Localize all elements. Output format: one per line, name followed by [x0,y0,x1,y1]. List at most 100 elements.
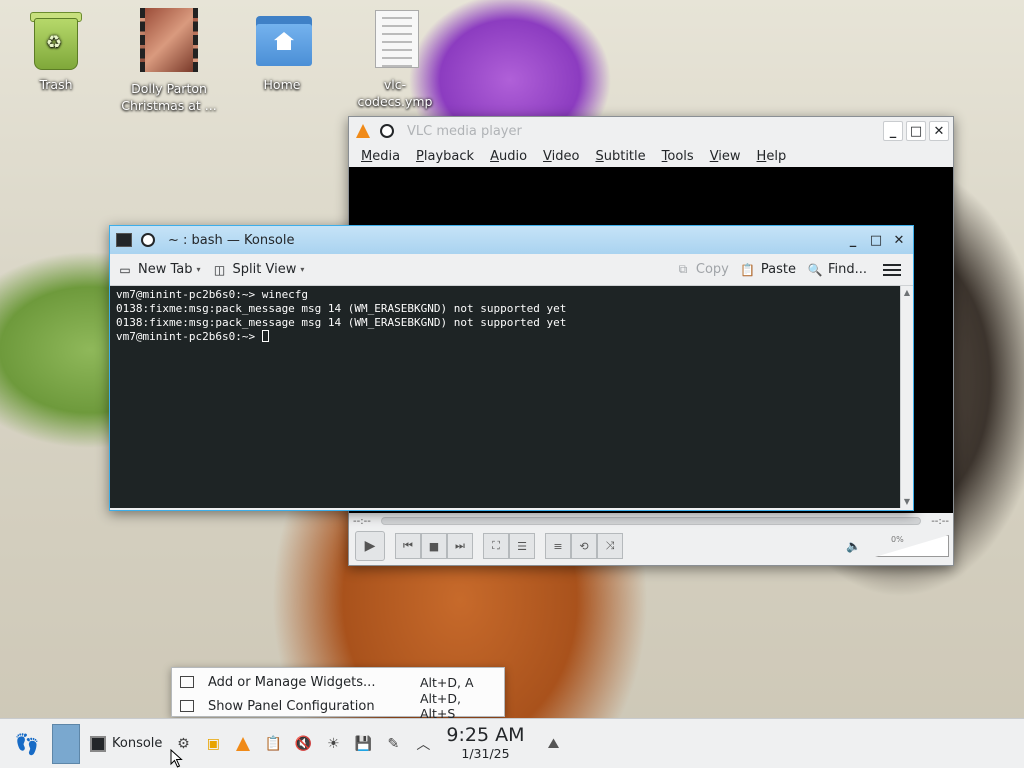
previous-button[interactable]: ⏮ [395,533,421,559]
volume-percent: 0% [891,535,904,544]
volume-slider[interactable]: 0% [875,535,949,557]
chevron-up-icon[interactable]: ︿ [412,733,434,755]
konsole-minimize-button[interactable]: _ [843,230,863,250]
desktop-icon-label: Trash [39,77,73,92]
fullscreen-button[interactable]: ⛶ [483,533,509,559]
pin-icon[interactable] [377,121,397,141]
vlc-menubar: Media Playback Audio Video Subtitle Tool… [349,145,953,167]
konsole-close-button[interactable]: ✕ [889,230,909,250]
menu-subtitle[interactable]: Subtitle [587,149,653,164]
menu-help[interactable]: Help [749,149,795,164]
copy-button[interactable]: ⧉ Copy [674,262,729,278]
clock-date: 1/31/25 [461,746,510,762]
panel-config-icon [180,700,194,712]
clipboard-icon[interactable]: 📋 [262,733,284,755]
new-tab-icon: ▭ [119,262,131,277]
split-view-button[interactable]: ◫ Split View ▾ [211,262,305,278]
menu-item-shortcut: Alt+D, A [420,674,474,690]
terminal-line: 0138:fixme:msg:pack_message msg 14 (WM_E… [116,302,567,315]
speaker-icon[interactable]: 🔈 [846,539,861,553]
konsole-window-title: ~ : bash — Konsole [168,232,295,248]
menu-view[interactable]: View [702,149,749,164]
volume-muted-icon[interactable]: 🔇 [292,733,314,755]
widgets-icon [180,676,194,688]
time-total: --:-- [931,515,949,527]
menu-media[interactable]: Media [353,149,408,164]
loop-button[interactable]: ⟲ [571,533,597,559]
desktop-icon-vlc-codecs[interactable]: vlc-codecs.ymp [347,10,443,110]
stop-button[interactable]: ■ [421,533,447,559]
desktop-pager[interactable] [52,723,80,764]
storage-icon[interactable]: 💾 [352,733,374,755]
clipboard-icon: 📋 [740,262,756,277]
extended-settings-button[interactable]: ☰ [509,533,535,559]
desktop-icon-label: vlc-codecs.ymp [357,77,433,109]
vlc-tray-icon[interactable] [232,733,254,755]
menu-item-label: Show Panel Configuration [208,698,375,714]
taskbar: 👣 Konsole ⚙ ▣ 📋 🔇 ☀ 💾 ✎ ︿ 9:25 AM 1/31/2… [0,718,1024,768]
menu-item-shortcut: Alt+D, Alt+S [420,691,461,721]
video-file-icon [140,8,198,74]
terminal-area[interactable]: vm7@minint-pc2b6s0:~> winecfg 0138:fixme:… [110,286,913,508]
connection-icon[interactable]: ✎ [382,733,404,755]
terminal-prompt-line: vm7@minint-pc2b6s0:~> [116,330,894,344]
clock[interactable]: 9:25 AM 1/31/25 [446,726,524,761]
vlc-titlebar[interactable]: VLC media player _ □ ✕ [349,117,953,145]
find-label: Find... [827,262,867,277]
scroll-up-icon[interactable]: ▲ [901,288,913,297]
vlc-minimize-button[interactable]: _ [883,121,903,141]
pin-icon[interactable] [138,230,158,250]
terminal-prompt: vm7@minint-pc2b6s0:~> [116,330,262,343]
mouse-cursor-icon [170,749,183,768]
next-button[interactable]: ⏭ [447,533,473,559]
scroll-down-icon[interactable]: ▼ [901,497,913,506]
konsole-titlebar[interactable]: ~ : bash — Konsole _ □ ✕ [110,226,913,254]
terminal-icon [114,230,134,250]
desktop-icon-video[interactable]: Dolly Parton Christmas at ... [121,8,217,114]
desktop-icon-label: Home [263,77,301,92]
seek-slider[interactable] [380,517,922,525]
vlc-cone-icon [353,121,373,141]
terminal-scrollbar[interactable]: ▲ ▼ [900,286,913,508]
vlc-maximize-button[interactable]: □ [906,121,926,141]
konsole-maximize-button[interactable]: □ [866,230,886,250]
menu-audio[interactable]: Audio [482,149,535,164]
playlist-button[interactable]: ≡ [545,533,571,559]
konsole-toolbar: ▭ New Tab ▾ ◫ Split View ▾ ⧉ Copy 📋 Past… [110,254,913,286]
show-desktop-icon[interactable]: ⛰ [539,733,569,755]
konsole-window[interactable]: ~ : bash — Konsole _ □ ✕ ▭ New Tab ▾ ◫ S… [109,225,914,511]
terminal-line: 0138:fixme:msg:pack_message msg 14 (WM_E… [116,316,567,329]
task-konsole[interactable]: Konsole [80,719,172,768]
vlc-controls: --:-- --:-- ▶ ⏮ ■ ⏭ ⛶ ☰ ≡ ⟲ ⤨ 🔈 0% [349,513,953,563]
vlc-close-button[interactable]: ✕ [929,121,949,141]
chevron-down-icon: ▾ [300,265,305,274]
brightness-icon[interactable]: ☀ [322,733,344,755]
trash-icon: ♻ [30,10,82,70]
paste-label: Paste [760,262,796,277]
document-icon [369,10,421,70]
terminal-output[interactable]: vm7@minint-pc2b6s0:~> winecfg 0138:fixme:… [110,286,900,508]
terminal-line: vm7@minint-pc2b6s0:~> winecfg [116,288,309,301]
menu-tools[interactable]: Tools [654,149,702,164]
paste-button[interactable]: 📋 Paste [739,262,796,278]
notifications-icon[interactable]: ▣ [202,733,224,755]
application-launcher-icon[interactable]: 👣 [15,732,40,756]
time-elapsed: --:-- [353,515,371,527]
desktop-icon-trash[interactable]: ♻ Trash [8,10,104,93]
find-button[interactable]: 🔍 Find... [806,262,867,278]
shuffle-button[interactable]: ⤨ [597,533,623,559]
desktop-icon-home[interactable]: Home [234,10,330,93]
search-icon: 🔍 [807,262,823,277]
split-view-label: Split View [232,262,297,277]
menu-item-label: Add or Manage Widgets... [208,674,376,690]
split-view-icon: ◫ [213,262,226,277]
copy-icon: ⧉ [678,262,688,276]
play-button[interactable]: ▶ [355,531,385,561]
menu-video[interactable]: Video [535,149,587,164]
hamburger-menu-icon[interactable] [883,263,901,276]
menu-item-panel-configuration[interactable]: Show Panel Configuration Alt+D, Alt+S [172,691,504,721]
new-tab-label: New Tab [138,262,193,277]
vlc-window-title: VLC media player [407,123,522,139]
new-tab-button[interactable]: ▭ New Tab ▾ [116,262,200,278]
menu-playback[interactable]: Playback [408,149,482,164]
